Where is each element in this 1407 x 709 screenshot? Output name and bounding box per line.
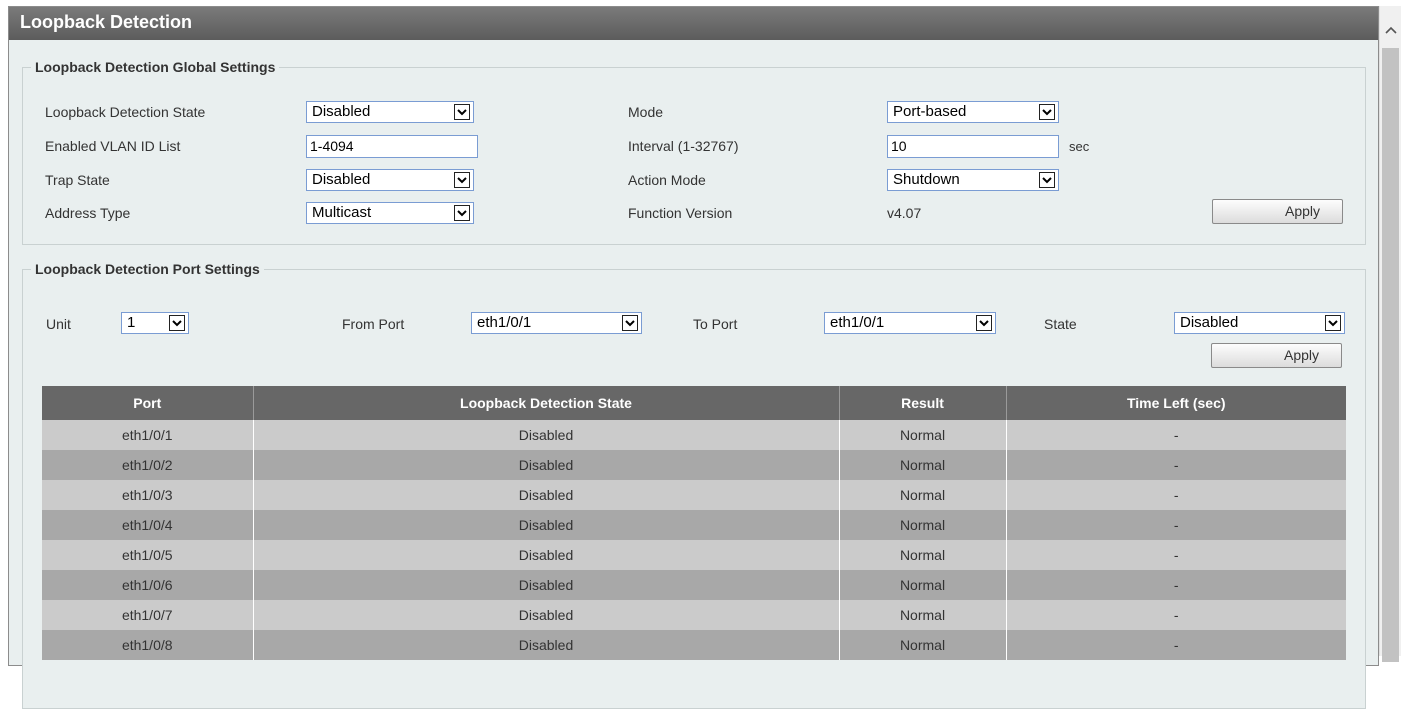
time-left-cell: - bbox=[1006, 600, 1346, 630]
time-left-cell: - bbox=[1006, 510, 1346, 540]
from-port-label: From Port bbox=[342, 316, 405, 332]
time-left-cell: - bbox=[1006, 540, 1346, 570]
column-header-state: Loopback Detection State bbox=[253, 386, 840, 420]
state-cell: Disabled bbox=[253, 570, 840, 600]
action-select[interactable]: Shutdown bbox=[887, 169, 1059, 191]
time-left-cell: - bbox=[1006, 450, 1346, 480]
chevron-down-icon bbox=[169, 315, 185, 331]
content-area: Loopback Detection Global Settings Loopb… bbox=[9, 40, 1378, 709]
global-apply-button[interactable]: Apply bbox=[1212, 199, 1343, 224]
state-cell: Disabled bbox=[253, 510, 840, 540]
global-settings-section: Loopback Detection Global Settings Loopb… bbox=[22, 59, 1366, 245]
port-table: Port Loopback Detection State Result Tim… bbox=[42, 386, 1346, 660]
chevron-up-icon[interactable] bbox=[1380, 20, 1401, 40]
trap-select[interactable]: Disabled bbox=[306, 169, 474, 191]
interval-input[interactable]: 10 bbox=[887, 135, 1059, 158]
chevron-down-icon bbox=[1039, 104, 1055, 120]
table-row: eth1/0/1 Disabled Normal - bbox=[42, 420, 1346, 450]
result-cell: Normal bbox=[839, 600, 1007, 630]
time-left-cell: - bbox=[1006, 570, 1346, 600]
result-cell: Normal bbox=[839, 510, 1007, 540]
table-row: eth1/0/3 Disabled Normal - bbox=[42, 480, 1346, 510]
port-state-label: State bbox=[1044, 316, 1077, 332]
vertical-scrollbar[interactable] bbox=[1379, 6, 1401, 662]
address-select-value: Multicast bbox=[312, 204, 372, 221]
table-row: eth1/0/6 Disabled Normal - bbox=[42, 570, 1346, 600]
unit-select[interactable]: 1 bbox=[121, 312, 189, 334]
result-cell: Normal bbox=[839, 480, 1007, 510]
mode-select[interactable]: Port-based bbox=[887, 101, 1059, 123]
time-left-cell: - bbox=[1006, 420, 1346, 450]
state-cell: Disabled bbox=[253, 480, 840, 510]
unit-label: Unit bbox=[46, 316, 71, 332]
chevron-down-icon bbox=[1325, 315, 1341, 331]
mode-label: Mode bbox=[628, 104, 664, 120]
vlan-label: Enabled VLAN ID List bbox=[45, 138, 181, 154]
column-header-time-left: Time Left (sec) bbox=[1006, 386, 1346, 420]
result-cell: Normal bbox=[839, 450, 1007, 480]
interval-label: Interval (1-32767) bbox=[628, 138, 739, 154]
port-cell: eth1/0/6 bbox=[42, 570, 254, 600]
from-port-value: eth1/0/1 bbox=[477, 314, 532, 331]
mode-select-value: Port-based bbox=[893, 103, 967, 120]
port-apply-button[interactable]: Apply bbox=[1211, 343, 1342, 368]
state-select-value: Disabled bbox=[312, 103, 371, 120]
chevron-down-icon bbox=[454, 205, 470, 221]
state-label: Loopback Detection State bbox=[45, 104, 206, 120]
port-settings-legend: Loopback Detection Port Settings bbox=[31, 261, 264, 277]
column-header-port: Port bbox=[42, 386, 254, 420]
state-cell: Disabled bbox=[253, 600, 840, 630]
action-label: Action Mode bbox=[628, 172, 706, 188]
result-cell: Normal bbox=[839, 420, 1007, 450]
trap-label: Trap State bbox=[45, 172, 110, 188]
time-left-cell: - bbox=[1006, 480, 1346, 510]
vlan-input[interactable]: 1-4094 bbox=[306, 135, 478, 158]
result-cell: Normal bbox=[839, 540, 1007, 570]
port-cell: eth1/0/1 bbox=[42, 420, 254, 450]
result-cell: Normal bbox=[839, 570, 1007, 600]
chevron-down-icon bbox=[454, 104, 470, 120]
window-title: Loopback Detection bbox=[9, 7, 1378, 40]
state-cell: Disabled bbox=[253, 450, 840, 480]
state-select[interactable]: Disabled bbox=[306, 101, 474, 123]
version-value: v4.07 bbox=[887, 205, 922, 221]
port-cell: eth1/0/5 bbox=[42, 540, 254, 570]
unit-select-value: 1 bbox=[127, 314, 136, 331]
chevron-down-icon bbox=[976, 315, 992, 331]
table-row: eth1/0/4 Disabled Normal - bbox=[42, 510, 1346, 540]
address-label: Address Type bbox=[45, 205, 131, 221]
action-select-value: Shutdown bbox=[893, 171, 960, 188]
table-row: eth1/0/5 Disabled Normal - bbox=[42, 540, 1346, 570]
port-cell: eth1/0/7 bbox=[42, 600, 254, 630]
port-state-value: Disabled bbox=[1180, 314, 1239, 331]
address-select[interactable]: Multicast bbox=[306, 202, 474, 224]
to-port-value: eth1/0/1 bbox=[830, 314, 885, 331]
table-row: eth1/0/2 Disabled Normal - bbox=[42, 450, 1346, 480]
loopback-detection-window: Loopback Detection Loopback Detection Gl… bbox=[8, 6, 1379, 709]
chevron-down-icon bbox=[454, 172, 470, 188]
version-label: Function Version bbox=[628, 205, 733, 221]
state-cell: Disabled bbox=[253, 540, 840, 570]
port-state-select[interactable]: Disabled bbox=[1174, 312, 1345, 334]
column-header-result: Result bbox=[839, 386, 1007, 420]
scrollbar-thumb[interactable] bbox=[1382, 48, 1399, 662]
port-cell: eth1/0/2 bbox=[42, 450, 254, 480]
to-port-select[interactable]: eth1/0/1 bbox=[824, 312, 996, 334]
table-header-row: Port Loopback Detection State Result Tim… bbox=[42, 386, 1346, 420]
port-cell: eth1/0/4 bbox=[42, 510, 254, 540]
interval-unit: sec bbox=[1069, 139, 1090, 154]
chevron-down-icon bbox=[1039, 172, 1055, 188]
table-row: eth1/0/7 Disabled Normal - bbox=[42, 600, 1346, 630]
global-settings-legend: Loopback Detection Global Settings bbox=[31, 59, 280, 75]
state-cell: Disabled bbox=[253, 420, 840, 450]
to-port-label: To Port bbox=[693, 316, 738, 332]
chevron-down-icon bbox=[622, 315, 638, 331]
trap-select-value: Disabled bbox=[312, 171, 371, 188]
from-port-select[interactable]: eth1/0/1 bbox=[471, 312, 642, 334]
port-cell: eth1/0/3 bbox=[42, 480, 254, 510]
